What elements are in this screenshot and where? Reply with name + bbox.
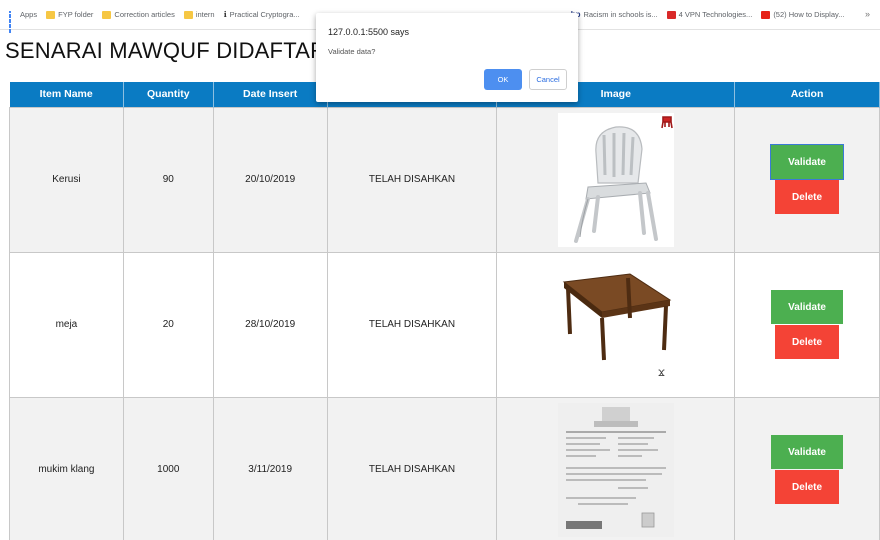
table-icon: Ϫ [562, 272, 672, 379]
header-action: Action [734, 82, 880, 107]
cell-image [496, 396, 736, 540]
tk-icon: ℹ [223, 10, 227, 19]
bookmark-racism-in-schools[interactable]: bp Racism in schools is... [571, 10, 658, 19]
cell-date-insert: 20/10/2019 [212, 106, 328, 253]
it-icon [666, 10, 676, 19]
bookmark-vpn-technologies[interactable]: 4 VPN Technologies... [666, 10, 752, 19]
cell-quantity: 1000 [122, 396, 214, 540]
dialog-message: Validate data? [328, 47, 376, 56]
cell-item-name: Kerusi [9, 106, 124, 253]
chair-icon [573, 125, 658, 243]
table-row: mukim klang 1000 3/11/2019 TELAH DISAHKA… [9, 396, 880, 540]
cell-status: TELAH DISAHKAN [326, 106, 498, 253]
youtube-icon [761, 10, 771, 19]
apps-icon [8, 11, 17, 33]
document-image [557, 402, 674, 537]
delete-button[interactable]: Delete [775, 180, 840, 214]
cell-quantity: 20 [122, 251, 214, 398]
dialog-ok-button[interactable]: OK [484, 69, 522, 90]
dialog-origin: 127.0.0.1:5500 says [328, 27, 410, 37]
cell-quantity: 90 [122, 106, 214, 253]
bookmark-intern[interactable]: intern [183, 10, 215, 19]
table-row: meja 20 28/10/2019 TELAH DISAHKAN Ϫ Vali… [9, 251, 880, 398]
header-item-name: Item Name [9, 82, 124, 107]
cell-action: Validate Delete [734, 251, 880, 398]
bookmark-apps[interactable]: Apps [8, 10, 37, 33]
confirm-dialog: 127.0.0.1:5500 says Validate data? OK Ca… [316, 13, 578, 102]
cell-item-name: meja [9, 251, 124, 398]
cell-date-insert: 28/10/2019 [212, 251, 328, 398]
dialog-cancel-button[interactable]: Cancel [529, 69, 567, 90]
bookmark-fyp-folder[interactable]: FYP folder [46, 10, 93, 19]
cell-status: TELAH DISAHKAN [326, 251, 498, 398]
cell-image [496, 106, 736, 253]
document-icon [557, 402, 674, 537]
cell-action: Validate Delete [734, 106, 880, 253]
chair-small-icon [660, 115, 673, 128]
folder-icon [102, 10, 112, 19]
validate-button[interactable]: Validate [771, 435, 844, 469]
header-date-insert: Date Insert [213, 82, 328, 107]
bookmark-practical-cryptography[interactable]: ℹ Practical Cryptogra... [224, 10, 300, 19]
folder-icon [183, 10, 193, 19]
cell-image: Ϫ [496, 251, 736, 398]
delete-button[interactable]: Delete [775, 325, 840, 359]
page-title: SENARAI MAWQUF DIDAFTAR [5, 38, 327, 63]
bookmarks-overflow-icon[interactable]: » [865, 9, 870, 19]
validate-button[interactable]: Validate [770, 144, 845, 180]
table-furniture-image: Ϫ [557, 257, 674, 392]
bookmark-correction-articles[interactable]: Correction articles [102, 10, 175, 19]
cell-status: TELAH DISAHKAN [326, 396, 498, 540]
cell-action: Validate Delete [734, 396, 880, 540]
svg-text:Ϫ: Ϫ [658, 369, 665, 379]
mawquf-table: Item Name Quantity Date Insert Image Act… [9, 82, 880, 540]
validate-button[interactable]: Validate [771, 290, 844, 324]
bookmark-how-to-display[interactable]: (52) How to Display... [761, 10, 844, 19]
chair-image [557, 112, 674, 247]
table-row: Kerusi 90 20/10/2019 TELAH DISAHKAN Vali… [9, 106, 880, 253]
folder-icon [46, 10, 56, 19]
header-quantity: Quantity [123, 82, 214, 107]
cell-item-name: mukim klang [9, 396, 124, 540]
delete-button[interactable]: Delete [775, 470, 840, 504]
cell-date-insert: 3/11/2019 [212, 396, 328, 540]
